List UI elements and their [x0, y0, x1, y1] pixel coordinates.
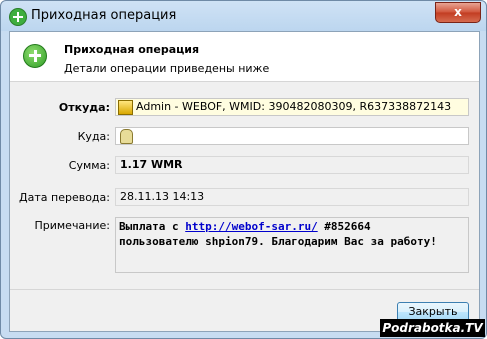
title-bar[interactable]: Приходная операция x [1, 1, 486, 31]
from-field[interactable]: Admin - WEBOF, WMID: 390482080309, R6373… [115, 98, 469, 116]
header-title: Приходная операция [64, 43, 200, 56]
dialog-window: Приходная операция x Приходная операция … [0, 0, 487, 339]
note-link[interactable]: http://webof-sar.ru/ [185, 220, 317, 233]
watermark-label: Podrabotka.TV [380, 319, 485, 337]
note-label: Примечание: [34, 219, 110, 232]
footer-divider [10, 289, 479, 290]
window-title: Приходная операция [31, 8, 177, 23]
date-value: 28.11.13 14:13 [120, 190, 205, 203]
amount-value: 1.17 WMR [120, 158, 183, 171]
note-field[interactable]: Выплата с http://webof-sar.ru/ #852664 п… [115, 217, 469, 273]
to-label: Куда: [77, 130, 110, 143]
amount-field[interactable]: 1.17 WMR [115, 156, 469, 174]
header-subtitle: Детали операции приведены ниже [64, 62, 270, 75]
dialog-body: Приходная операция Детали операции приве… [9, 31, 480, 332]
add-circle-icon [23, 44, 47, 68]
from-value: Admin - WEBOF, WMID: 390482080309, R6373… [136, 100, 452, 113]
date-field[interactable]: 28.11.13 14:13 [115, 188, 469, 206]
window-close-button[interactable]: x [435, 2, 481, 23]
add-icon [9, 8, 27, 26]
from-label: Откуда: [58, 101, 110, 114]
date-label: Дата перевода: [19, 191, 110, 204]
note-prefix: Выплата с [119, 220, 186, 233]
note-rest-1: #852664 [317, 220, 371, 233]
wallet-icon [118, 100, 133, 115]
to-field[interactable] [115, 127, 469, 145]
dialog-header: Приходная операция Детали операции приве… [10, 32, 479, 82]
amount-label: Сумма: [68, 159, 110, 172]
note-rest-2: пользователю shpion79. Благодарим Вас за… [119, 235, 437, 248]
user-icon [120, 129, 133, 144]
